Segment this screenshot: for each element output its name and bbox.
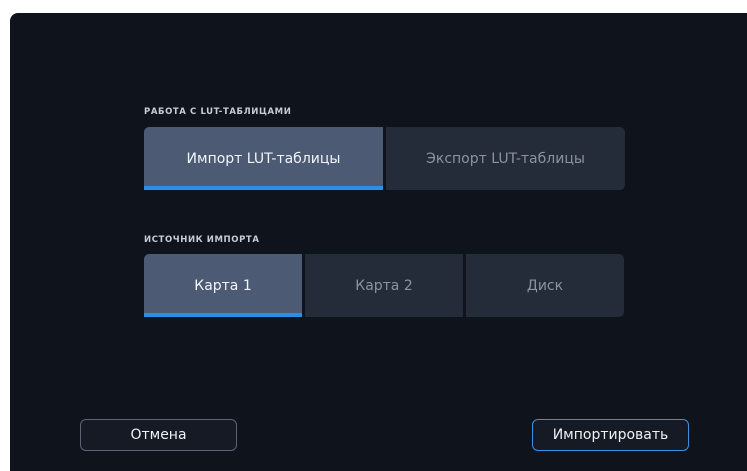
export-lut-option[interactable]: Экспорт LUT-таблицы [386, 127, 625, 190]
source-disk-option[interactable]: Диск [466, 254, 624, 317]
lut-mode-selector: Импорт LUT-таблицы Экспорт LUT-таблицы [144, 127, 625, 190]
import-lut-option[interactable]: Импорт LUT-таблицы [144, 127, 383, 190]
import-source-selector: Карта 1 Карта 2 Диск [144, 254, 624, 317]
lut-import-dialog: РАБОТА С LUT-ТАБЛИЦАМИ Импорт LUT-таблиц… [10, 13, 747, 471]
import-button[interactable]: Импортировать [532, 419, 689, 451]
lut-section-label: РАБОТА С LUT-ТАБЛИЦАМИ [144, 107, 292, 117]
source-card-1-option[interactable]: Карта 1 [144, 254, 302, 317]
source-card-2-option[interactable]: Карта 2 [305, 254, 463, 317]
import-source-label: ИСТОЧНИК ИМПОРТА [144, 235, 260, 245]
cancel-button[interactable]: Отмена [80, 419, 237, 451]
